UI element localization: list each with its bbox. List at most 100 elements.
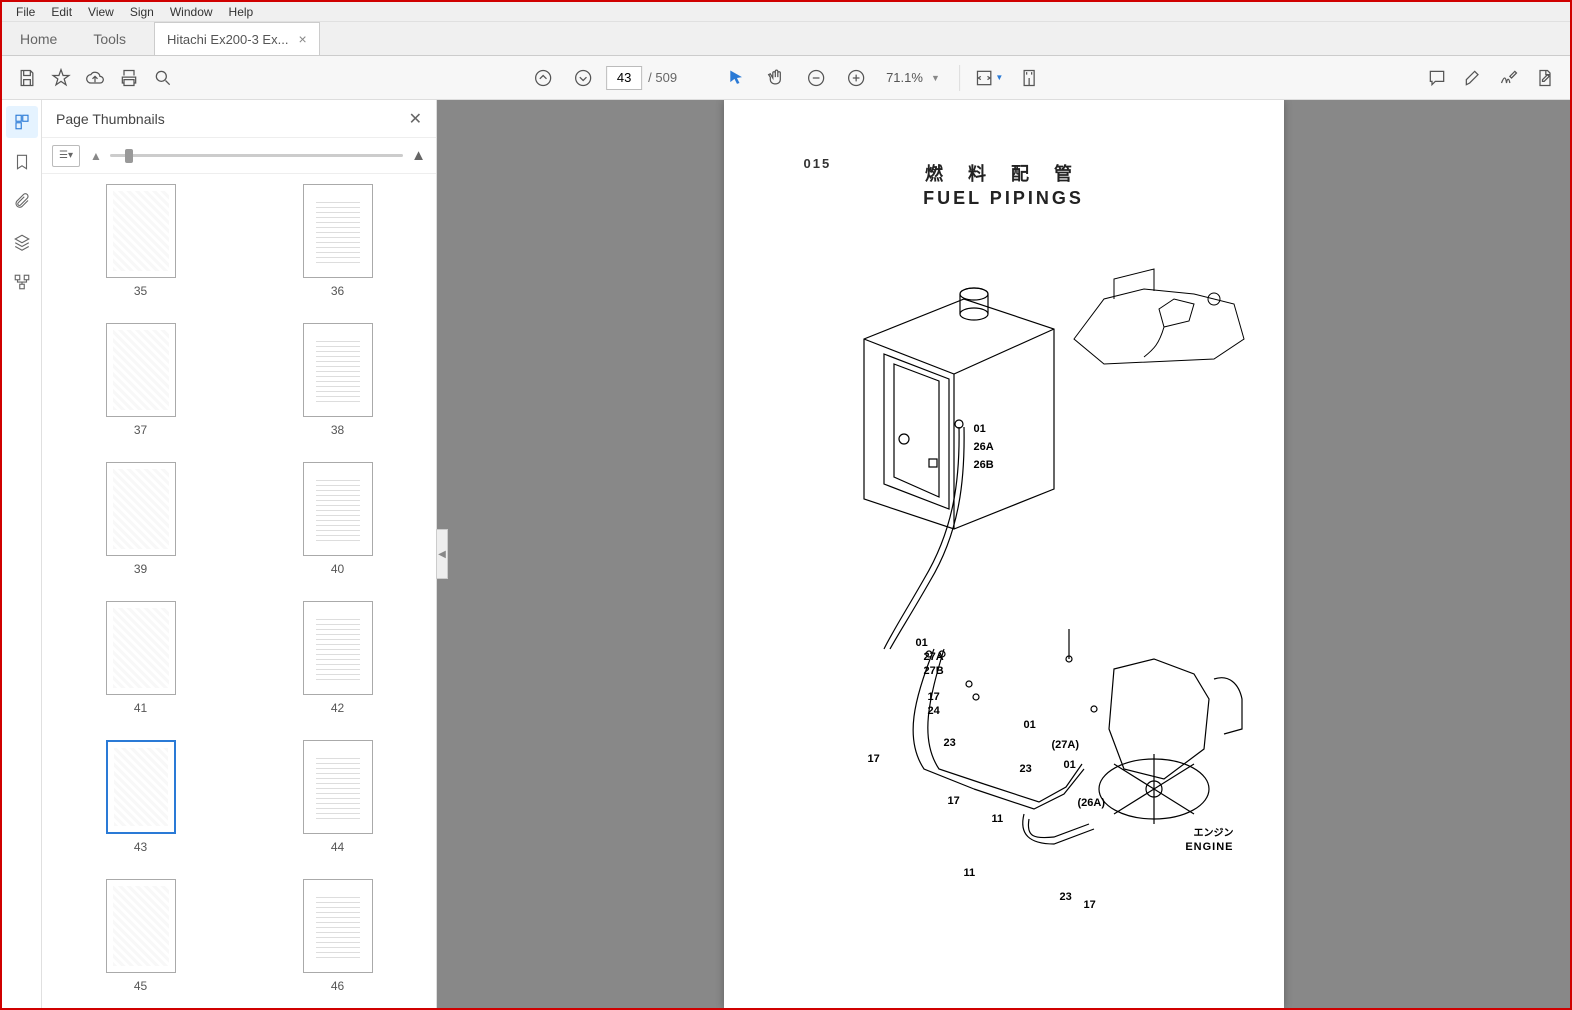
selection-tool-icon[interactable] xyxy=(719,61,753,95)
menu-view[interactable]: View xyxy=(80,3,122,21)
thumbnail-size-slider[interactable]: ▲ ▲ xyxy=(90,147,426,164)
comment-icon[interactable] xyxy=(1420,61,1454,95)
page-title-en: FUEL PIPINGS xyxy=(764,188,1244,209)
callout-label: 17 xyxy=(868,753,880,765)
hand-tool-icon[interactable] xyxy=(759,61,793,95)
thumbnails-grid[interactable]: 35 36 37 38 39 40 41 42 43 44 45 46 xyxy=(42,174,436,1008)
callout-label: 11 xyxy=(992,813,1004,825)
thumbnail-page[interactable] xyxy=(106,462,176,556)
diagram: エンジン ENGINE 0126A26B0127A27B172423171711… xyxy=(764,239,1244,879)
thumbnail-item[interactable]: 46 xyxy=(269,879,406,998)
highlight-icon[interactable] xyxy=(1456,61,1490,95)
thumbnail-item[interactable]: 38 xyxy=(269,323,406,442)
slider-track[interactable] xyxy=(110,154,403,157)
tabbar: Home Tools Hitachi Ex200-3 Ex... × xyxy=(2,22,1570,56)
thumbnail-page[interactable] xyxy=(303,740,373,834)
layers-panel-icon[interactable] xyxy=(6,226,38,258)
thumbnail-item[interactable]: 36 xyxy=(269,184,406,303)
tab-home[interactable]: Home xyxy=(2,23,75,55)
callout-label: 26A xyxy=(974,441,994,453)
zoom-in-icon[interactable] xyxy=(839,61,873,95)
main: Page Thumbnails ✕ ☰▾ ▲ ▲ 35 36 37 38 39 40 41 4… xyxy=(2,100,1570,1008)
engine-label-en: ENGINE xyxy=(1185,841,1233,853)
thumbnail-page[interactable] xyxy=(303,879,373,973)
zoom-value: 71.1% xyxy=(886,70,923,85)
star-icon[interactable] xyxy=(44,61,78,95)
thumbnail-number: 35 xyxy=(134,284,147,298)
thumbnail-number: 45 xyxy=(134,979,147,993)
thumbnail-page[interactable] xyxy=(303,184,373,278)
document-area[interactable]: 015 燃 料 配 管 FUEL PIPINGS xyxy=(437,100,1570,1008)
fit-page-icon[interactable] xyxy=(1012,61,1046,95)
thumbnail-options-icon[interactable]: ☰▾ xyxy=(52,145,80,167)
menu-sign[interactable]: Sign xyxy=(122,3,162,21)
thumbnail-item[interactable]: 42 xyxy=(269,601,406,720)
page-code: 015 xyxy=(804,156,832,171)
thumbnail-number: 42 xyxy=(331,701,344,715)
thumbnail-number: 36 xyxy=(331,284,344,298)
thumbnail-page[interactable] xyxy=(303,601,373,695)
model-tree-icon[interactable] xyxy=(6,266,38,298)
thumbnail-page[interactable] xyxy=(303,323,373,417)
save-icon[interactable] xyxy=(10,61,44,95)
thumbnail-item[interactable]: 40 xyxy=(269,462,406,581)
menu-window[interactable]: Window xyxy=(162,3,221,21)
search-icon[interactable] xyxy=(146,61,180,95)
tab-document-title: Hitachi Ex200-3 Ex... xyxy=(167,32,288,47)
callout-label: 23 xyxy=(944,737,956,749)
menu-file[interactable]: File xyxy=(8,3,43,21)
slider-thumb[interactable] xyxy=(125,149,133,163)
page-number-input[interactable] xyxy=(606,66,642,90)
thumbnail-page[interactable] xyxy=(303,462,373,556)
thumbnail-number: 44 xyxy=(331,840,344,854)
tab-close-icon[interactable]: × xyxy=(298,31,306,47)
callout-label: 17 xyxy=(948,795,960,807)
hose-drawing xyxy=(864,419,984,659)
close-panel-icon[interactable]: ✕ xyxy=(409,109,422,129)
thumbnail-number: 41 xyxy=(134,701,147,715)
cloud-upload-icon[interactable] xyxy=(78,61,112,95)
thumbnail-item[interactable]: 43 xyxy=(72,740,209,859)
fit-width-icon[interactable]: ▼ xyxy=(972,61,1006,95)
page-total: / 509 xyxy=(648,70,677,85)
tab-tools[interactable]: Tools xyxy=(75,23,144,55)
thumbnail-page[interactable] xyxy=(106,323,176,417)
page-down-icon[interactable] xyxy=(566,61,600,95)
thumbnail-item[interactable]: 45 xyxy=(72,879,209,998)
menu-help[interactable]: Help xyxy=(221,3,262,21)
page-up-icon[interactable] xyxy=(526,61,560,95)
large-thumb-icon: ▲ xyxy=(411,147,426,164)
attachments-panel-icon[interactable] xyxy=(6,186,38,218)
bookmarks-panel-icon[interactable] xyxy=(6,146,38,178)
callout-label: (26A) xyxy=(1078,797,1106,809)
thumbnails-tools: ☰▾ ▲ ▲ xyxy=(42,138,436,174)
thumbnails-title: Page Thumbnails xyxy=(56,111,409,127)
collapse-panel-icon[interactable]: ◀ xyxy=(436,529,448,579)
thumbnail-page[interactable] xyxy=(106,184,176,278)
thumbnails-panel: Page Thumbnails ✕ ☰▾ ▲ ▲ 35 36 37 38 39 40 41 4… xyxy=(42,100,437,1008)
thumbnail-item[interactable]: 37 xyxy=(72,323,209,442)
zoom-dropdown[interactable]: 71.1% ▼ xyxy=(879,65,947,90)
thumbnail-item[interactable]: 39 xyxy=(72,462,209,581)
menu-edit[interactable]: Edit xyxy=(43,3,80,21)
edit-pdf-icon[interactable] xyxy=(1528,61,1562,95)
callout-label: 26B xyxy=(974,459,994,471)
tab-document[interactable]: Hitachi Ex200-3 Ex... × xyxy=(154,22,320,55)
callout-label: 11 xyxy=(964,867,976,879)
print-icon[interactable] xyxy=(112,61,146,95)
thumbnails-panel-icon[interactable] xyxy=(6,106,38,138)
thumbnail-item[interactable]: 41 xyxy=(72,601,209,720)
thumbnail-page[interactable] xyxy=(106,879,176,973)
zoom-out-icon[interactable] xyxy=(799,61,833,95)
chevron-down-icon: ▼ xyxy=(931,73,940,83)
callout-label: 27B xyxy=(924,665,944,677)
signature-icon[interactable] xyxy=(1492,61,1526,95)
thumbnails-header: Page Thumbnails ✕ xyxy=(42,100,436,138)
thumbnail-item[interactable]: 44 xyxy=(269,740,406,859)
callout-label: 01 xyxy=(1024,719,1036,731)
thumbnail-item[interactable]: 35 xyxy=(72,184,209,303)
thumbnail-page[interactable] xyxy=(106,740,176,834)
engine-label-jp: エンジン xyxy=(1194,824,1234,839)
callout-label: 01 xyxy=(1064,759,1076,771)
thumbnail-page[interactable] xyxy=(106,601,176,695)
